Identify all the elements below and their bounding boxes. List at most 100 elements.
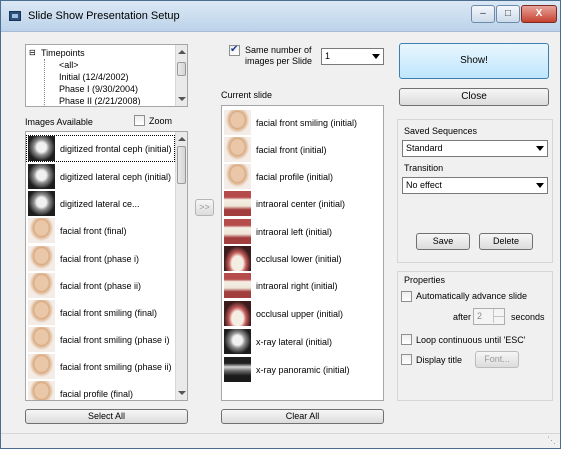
face-icon: [28, 246, 55, 271]
list-item[interactable]: digitized frontal ceph (initial): [26, 135, 175, 162]
face-icon: [224, 110, 251, 135]
list-item[interactable]: intraoral left (initial): [222, 218, 383, 245]
add-to-slide-button[interactable]: >>: [195, 199, 214, 216]
scroll-up-icon[interactable]: [178, 50, 186, 54]
list-item[interactable]: facial profile (final): [26, 380, 175, 400]
list-item[interactable]: x-ray panoramic (initial): [222, 356, 383, 383]
saved-sequence-select[interactable]: Standard: [402, 140, 548, 157]
current-slide-label: Current slide: [221, 90, 273, 100]
transition-label: Transition: [404, 163, 444, 173]
current-slide-list[interactable]: facial front smiling (initial) facial fr…: [221, 105, 384, 401]
auto-advance-checkbox[interactable]: [401, 291, 412, 302]
properties-label: Properties: [404, 275, 446, 285]
list-item[interactable]: occlusal upper (initial): [222, 300, 383, 327]
images-available-scrollbar[interactable]: [175, 132, 187, 400]
loop-label: Loop continuous until 'ESC': [416, 335, 526, 345]
face-icon: [28, 273, 55, 298]
list-item[interactable]: digitized lateral ceph (initial): [26, 163, 175, 190]
list-item[interactable]: x-ray lateral (initial): [222, 328, 383, 355]
chevron-down-icon: [372, 54, 380, 59]
face-icon: [28, 327, 55, 352]
seconds-spinner[interactable]: 2: [473, 308, 505, 325]
chevron-down-icon: [536, 146, 544, 151]
scroll-down-icon[interactable]: [178, 391, 186, 395]
face-icon: [224, 137, 251, 162]
scroll-thumb[interactable]: [177, 146, 186, 184]
save-button[interactable]: Save: [416, 233, 470, 250]
face-icon: [28, 218, 55, 243]
seconds-label: seconds: [511, 312, 545, 322]
loop-checkbox[interactable]: [401, 334, 412, 345]
app-icon: [9, 11, 21, 21]
setup-window: Slide Show Presentation Setup – □ X ⊟ Ti…: [0, 0, 561, 449]
list-item[interactable]: facial front smiling (phase ii): [26, 353, 175, 380]
minimize-button[interactable]: –: [471, 5, 495, 23]
same-number-label-2: images per Slide: [245, 56, 313, 66]
timepoints-tree[interactable]: ⊟ Timepoints <all> Initial (12/4/2002) P…: [25, 44, 188, 107]
xray-icon: [28, 191, 55, 216]
xray-pano-icon: [224, 357, 251, 382]
teeth-icon: [224, 219, 251, 244]
chevron-down-icon: [536, 183, 544, 188]
list-item[interactable]: facial front (phase ii): [26, 272, 175, 299]
images-available-list[interactable]: digitized frontal ceph (initial) digitiz…: [25, 131, 188, 401]
same-number-checkbox[interactable]: [229, 44, 240, 56]
list-item[interactable]: facial front smiling (final): [26, 299, 175, 326]
transition-select[interactable]: No effect: [402, 177, 548, 194]
tree-item-initial[interactable]: Initial (12/4/2002): [59, 72, 129, 82]
delete-button[interactable]: Delete: [479, 233, 533, 250]
list-item[interactable]: intraoral center (initial): [222, 190, 383, 217]
zoom-checkbox[interactable]: [134, 115, 145, 126]
list-item[interactable]: facial front (final): [26, 217, 175, 244]
list-item[interactable]: facial profile (initial): [222, 163, 383, 190]
arch-icon: [224, 301, 251, 326]
resize-grip-icon[interactable]: ⋱: [547, 435, 556, 446]
scroll-thumb[interactable]: [177, 62, 186, 76]
select-all-button[interactable]: Select All: [25, 409, 188, 424]
window-title: Slide Show Presentation Setup: [28, 10, 180, 22]
tree-item-all[interactable]: <all>: [59, 60, 79, 70]
tree-item-phase-i[interactable]: Phase I (9/30/2004): [59, 84, 138, 94]
scroll-down-icon[interactable]: [178, 97, 186, 101]
spin-up-icon[interactable]: [493, 309, 504, 316]
list-item[interactable]: occlusal lower (initial): [222, 245, 383, 272]
xray-icon: [28, 136, 55, 161]
teeth-icon: [224, 273, 251, 298]
teeth-icon: [224, 191, 251, 216]
status-divider: [1, 433, 560, 434]
font-button[interactable]: Font...: [475, 351, 519, 368]
list-item[interactable]: facial front (initial): [222, 136, 383, 163]
after-label: after: [453, 312, 472, 322]
auto-advance-label: Automatically advance slide: [416, 291, 528, 301]
tree-root-timepoints[interactable]: Timepoints: [41, 48, 85, 58]
xray-icon: [224, 329, 251, 354]
spin-down-icon[interactable]: [493, 316, 504, 323]
clear-all-button[interactable]: Clear All: [221, 409, 384, 424]
tree-collapse-icon[interactable]: ⊟: [29, 48, 36, 57]
list-item[interactable]: intraoral right (initial): [222, 272, 383, 299]
face-icon: [28, 300, 55, 325]
list-item[interactable]: facial front smiling (phase i): [26, 326, 175, 353]
title-bar[interactable]: Slide Show Presentation Setup – □ X: [1, 1, 560, 32]
close-button[interactable]: Close: [399, 88, 549, 106]
maximize-button[interactable]: □: [496, 5, 520, 23]
list-item[interactable]: facial front smiling (initial): [222, 109, 383, 136]
close-window-button[interactable]: X: [521, 5, 557, 23]
zoom-label: Zoom: [149, 116, 173, 126]
xray-icon: [28, 164, 55, 189]
tree-item-phase-ii[interactable]: Phase II (2/21/2008): [59, 96, 141, 105]
display-title-checkbox[interactable]: [401, 354, 412, 365]
arch-icon: [224, 246, 251, 271]
tree-line: [44, 59, 45, 107]
images-per-slide-select[interactable]: 1: [321, 48, 384, 65]
images-available-label: Images Available: [25, 117, 93, 127]
same-number-label-1: Same number of: [245, 45, 312, 55]
face-icon: [28, 354, 55, 379]
show-button[interactable]: Show!: [399, 43, 549, 79]
display-title-label: Display title: [416, 355, 463, 365]
scroll-up-icon[interactable]: [178, 137, 186, 141]
list-item[interactable]: facial front (phase i): [26, 245, 175, 272]
face-icon: [28, 381, 55, 400]
list-item[interactable]: digitized lateral ce...: [26, 190, 175, 217]
tree-scrollbar[interactable]: [175, 45, 187, 106]
